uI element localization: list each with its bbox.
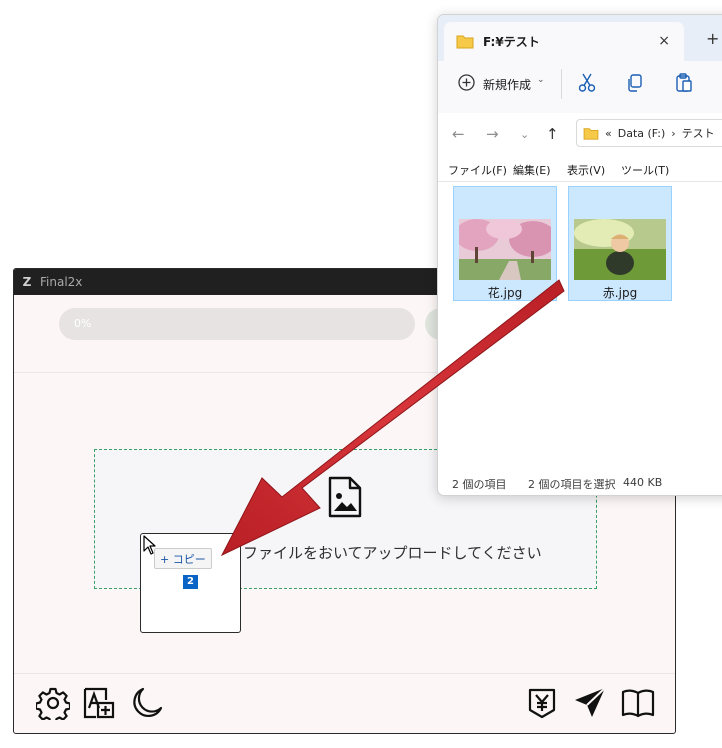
moon-icon[interactable]: [130, 686, 164, 720]
tab-title: F:¥テスト: [483, 35, 540, 49]
new-button[interactable]: 新規作成: [483, 76, 531, 93]
send-icon[interactable]: [573, 686, 607, 720]
cut-icon[interactable]: [578, 73, 596, 93]
progress-bar: 0%: [59, 308, 415, 340]
menu-file[interactable]: ファイル(F): [448, 162, 507, 178]
file-name: 花.jpg: [487, 286, 523, 300]
forward-arrow-icon[interactable]: →: [486, 125, 499, 143]
menu-bar: ファイル(F) 編集(E) 表示(V) ツール(T): [438, 161, 722, 182]
navigation-bar: ← → ⌄ ↑ « Data (F:) › テスト: [438, 113, 722, 157]
image-file-icon: [328, 476, 362, 518]
new-tab-icon[interactable]: +: [706, 29, 719, 48]
file-item-aka[interactable]: 赤.jpg: [568, 186, 672, 301]
file-thumbnail-cherry-blossom: [459, 219, 551, 280]
drag-count-badge: 2: [183, 575, 198, 589]
paste-icon[interactable]: [675, 73, 693, 93]
address-bar[interactable]: « Data (F:) › テスト: [576, 119, 722, 147]
final2x-logo-icon: Z: [22, 275, 32, 289]
menu-view[interactable]: 表示(V): [567, 162, 605, 178]
file-thumbnail-baby: [574, 219, 666, 280]
status-selected-size: 440 KB: [623, 476, 663, 489]
command-bar: 新規作成 ⌄: [438, 61, 722, 114]
breadcrumb-drive[interactable]: Data (F:): [618, 127, 666, 140]
final2x-title: Final2x: [40, 275, 83, 289]
breadcrumb-separator: ›: [671, 126, 676, 140]
close-tab-icon[interactable]: ×: [658, 33, 670, 49]
drop-zone-text: ファイルをおいてアップロードしてください: [243, 544, 542, 562]
menu-tools[interactable]: ツール(T): [621, 162, 669, 178]
up-arrow-icon[interactable]: ↑: [546, 125, 559, 143]
yen-download-icon[interactable]: [525, 686, 559, 720]
command-separator: [561, 69, 562, 99]
footer-divider: [14, 673, 675, 674]
folder-icon: [456, 35, 474, 49]
progress-label: 0%: [74, 317, 92, 330]
copy-icon[interactable]: [626, 73, 644, 93]
file-item-hana[interactable]: 花.jpg: [453, 186, 557, 301]
menu-edit[interactable]: 編集(E): [513, 162, 551, 178]
gear-icon[interactable]: [36, 686, 70, 720]
mouse-cursor-icon: [143, 535, 156, 555]
tab-bar: F:¥テスト × +: [438, 15, 722, 61]
translate-icon[interactable]: [82, 686, 116, 720]
copy-action-badge: + コピー: [154, 548, 212, 569]
tab-test-folder[interactable]: F:¥テスト ×: [444, 22, 684, 61]
book-icon[interactable]: [621, 686, 655, 720]
address-folder-icon: [583, 127, 599, 140]
chevron-down-icon[interactable]: ⌄: [537, 75, 545, 85]
recent-chevron-icon[interactable]: ⌄: [520, 128, 529, 141]
breadcrumb-folder[interactable]: テスト: [682, 125, 715, 141]
status-selected-count: 2 個の項目を選択: [528, 478, 616, 491]
explorer-window: F:¥テスト × + 新規作成 ⌄ ← → ⌄ ↑ « Data (F:) › …: [437, 14, 722, 496]
status-item-count: 2 個の項目: [452, 478, 507, 491]
address-overflow-chevron[interactable]: «: [605, 127, 612, 140]
back-arrow-icon[interactable]: ←: [452, 125, 465, 143]
new-plus-icon: [458, 74, 475, 91]
file-name: 赤.jpg: [602, 286, 638, 300]
